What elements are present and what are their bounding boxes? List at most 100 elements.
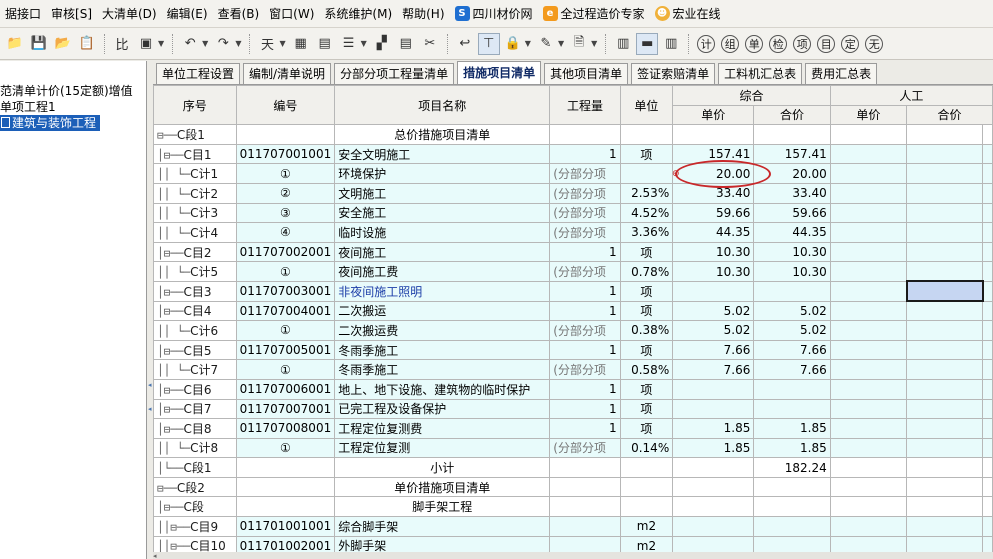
cell-code[interactable]: 011707006001	[235, 378, 336, 400]
cell-qty[interactable]: (分部分项	[549, 320, 621, 341]
cell-seq[interactable]: ││ └─C计7	[153, 359, 237, 380]
cell-code[interactable]: ③	[235, 202, 336, 224]
tree-unit-project[interactable]: 建筑与装饰工程	[0, 115, 146, 131]
buttons3-0-icon[interactable]: ↶	[179, 33, 201, 55]
cell-unit[interactable]: 0.14%	[619, 437, 674, 459]
cell-code[interactable]: 011707001001	[235, 143, 336, 165]
cell-seq[interactable]: ││⊟──C目9	[153, 516, 237, 537]
cell-rengong-7[interactable]	[829, 457, 908, 478]
cell-price[interactable]	[672, 280, 755, 302]
cell-name[interactable]: 文明施工	[334, 182, 551, 204]
cell-rengong-9[interactable]	[982, 418, 993, 439]
cell-rengong-9[interactable]	[982, 378, 993, 400]
buttons1-3-icon[interactable]: 📋	[76, 33, 98, 55]
cell-rengong-7[interactable]	[829, 320, 908, 341]
buttons6-0-icon[interactable]: ▥	[612, 33, 634, 55]
tree-connector[interactable]: ││ └─	[157, 364, 190, 377]
table-row[interactable]: ││ └─C计7 ① 冬雨季施工 (分部分项 0.58% 7.66 7.66	[153, 359, 993, 380]
tab-3[interactable]: 措施项目清单	[457, 61, 542, 84]
tree-connector[interactable]: ││ └─	[157, 442, 190, 455]
buttons2-0-icon[interactable]: 比	[111, 33, 133, 55]
cell-total[interactable]: 182.24	[753, 457, 831, 478]
table-row[interactable]: │⊟──C目2 011707002001 夜间施工 1 项 10.30 10.30	[153, 241, 993, 263]
tree-connector[interactable]: ││ └─	[157, 227, 190, 240]
cell-code[interactable]	[235, 476, 336, 498]
cell-name[interactable]: 地上、地下设施、建筑物的临时保护	[334, 378, 551, 400]
cell-unit[interactable]: m2	[619, 516, 674, 537]
cell-code[interactable]: ①	[235, 261, 336, 282]
cell-qty[interactable]: (分部分项	[549, 182, 621, 204]
tree-connector[interactable]: ⊟──	[157, 482, 177, 495]
cell-rengong-9[interactable]	[982, 320, 993, 341]
chevron-down-icon[interactable]: ▼	[361, 39, 367, 48]
cell-price[interactable]	[672, 124, 755, 145]
cell-qty[interactable]: (分部分项	[549, 359, 621, 380]
cell-rengong-7[interactable]	[829, 241, 908, 263]
cell-rengong-7[interactable]	[829, 124, 908, 145]
cell-rengong-7[interactable]	[829, 300, 908, 322]
cell-qty[interactable]: (分部分项	[549, 261, 621, 282]
cell-name[interactable]: 二次搬运	[334, 300, 551, 322]
menu-item-6[interactable]: 系统维护(M)	[319, 0, 397, 27]
cell-unit[interactable]: 项	[619, 398, 674, 420]
cell-rengong-7[interactable]	[829, 261, 908, 282]
circle-tool-4-button[interactable]: 项	[793, 34, 812, 53]
table-row[interactable]: ⊟──C段2 单价措施项目清单	[153, 476, 993, 498]
menu-item-0[interactable]: 据接口	[0, 0, 46, 27]
buttons4-4-icon[interactable]: ▞	[371, 33, 393, 55]
horizontal-scrollbar[interactable]: ◂	[153, 552, 993, 559]
cell-rengong-8[interactable]	[906, 476, 984, 498]
buttons6-1-icon[interactable]: ▬	[636, 32, 659, 55]
table-row[interactable]: │⊟──C目8 011707008001 工程定位复测费 1 项 1.85 1.85	[153, 418, 993, 439]
table-row[interactable]: ││ └─C计3 ③ 安全施工 (分部分项 4.52% 59.66 59.66	[153, 202, 993, 224]
cell-qty[interactable]	[549, 124, 621, 145]
cell-unit[interactable]: 项	[619, 339, 674, 361]
cell-rengong-8[interactable]	[906, 202, 984, 224]
cell-unit[interactable]: 4.52%	[619, 202, 674, 224]
chevron-down-icon[interactable]: ▼	[525, 39, 531, 48]
cell-rengong-9[interactable]	[982, 241, 993, 263]
cell-name[interactable]: 二次搬运费	[334, 320, 551, 341]
cell-total[interactable]: 7.66	[753, 359, 831, 380]
cell-total[interactable]: 1.85	[753, 418, 831, 439]
cell-qty[interactable]: (分部分项	[549, 437, 621, 459]
buttons4-1-icon[interactable]: ▦	[290, 33, 312, 55]
col-header-qty[interactable]: 工程量	[549, 85, 621, 126]
tree-connector[interactable]: ⊟──	[157, 129, 177, 142]
table-row[interactable]: │⊟──C段 脚手架工程	[153, 496, 993, 518]
tab-6[interactable]: 工料机汇总表	[718, 63, 803, 84]
cell-total[interactable]	[753, 280, 831, 302]
cell-rengong-8[interactable]	[906, 496, 984, 518]
cell-seq[interactable]: ││ └─C计5	[153, 261, 237, 282]
cell-unit[interactable]: 项	[619, 378, 674, 400]
cell-rengong-7[interactable]	[829, 222, 908, 243]
buttons2-1-icon[interactable]: ▣	[135, 33, 157, 55]
col-header-rengong-total[interactable]: 合价	[906, 104, 993, 126]
cell-price[interactable]: 1.85	[672, 437, 755, 459]
menu-item-7[interactable]: 帮助(H)	[397, 0, 449, 27]
cell-qty[interactable]: 1	[549, 378, 621, 400]
circle-tool-3-button[interactable]: 检	[769, 34, 788, 53]
tree-connector[interactable]: │⊟──	[157, 403, 184, 416]
cell-rengong-8[interactable]	[906, 124, 984, 145]
cell-unit[interactable]: 项	[619, 241, 674, 263]
tree-connector[interactable]: │⊟──	[157, 149, 184, 162]
tree-connector[interactable]: ││ └─	[157, 168, 190, 181]
chevron-down-icon[interactable]: ▼	[158, 39, 164, 48]
cell-rengong-8[interactable]	[905, 280, 984, 303]
cell-code[interactable]	[235, 457, 336, 478]
tree-root[interactable]: 范清单计价(15定额)增值	[0, 83, 146, 99]
cell-unit[interactable]: 0.38%	[619, 320, 674, 341]
cell-name[interactable]: 安全文明施工	[334, 143, 551, 165]
cell-rengong-8[interactable]	[906, 457, 984, 478]
buttons4-3-icon[interactable]: ☰	[338, 33, 360, 55]
col-header-rengong[interactable]: 人工	[829, 85, 993, 106]
cell-seq[interactable]: ││ └─C计8	[153, 437, 237, 459]
circle-tool-1-button[interactable]: 组	[721, 34, 740, 53]
scroll-left-icon[interactable]: ◂	[153, 552, 157, 559]
cell-code[interactable]: 011707005001	[235, 339, 336, 361]
tree-connector[interactable]: │⊟──	[157, 501, 184, 514]
cell-seq[interactable]: ⊟──C段2	[153, 476, 237, 498]
tree-connector[interactable]: ││⊟──	[157, 521, 190, 534]
table-row[interactable]: │⊟──C目3 011707003001 非夜间施工照明 1 项	[153, 280, 993, 303]
